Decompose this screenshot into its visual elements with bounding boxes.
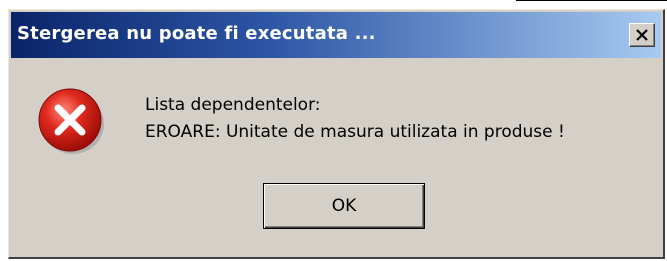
ok-button[interactable]: OK — [263, 183, 425, 229]
error-icon — [38, 88, 104, 154]
message-line-1: Lista dependentelor: — [145, 95, 321, 115]
dialog-title: Stergerea nu poate fi executata ... — [17, 23, 376, 44]
error-dialog: Stergerea nu poate fi executata ... List… — [8, 9, 665, 259]
close-icon — [636, 29, 648, 41]
close-button[interactable] — [629, 23, 655, 47]
title-bar[interactable]: Stergerea nu poate fi executata ... — [11, 12, 661, 58]
top-border-line — [516, 0, 667, 1]
message-text: Lista dependentelor: EROARE: Unitate de … — [145, 92, 565, 146]
message-line-2: EROARE: Unitate de masura utilizata in p… — [145, 122, 565, 142]
